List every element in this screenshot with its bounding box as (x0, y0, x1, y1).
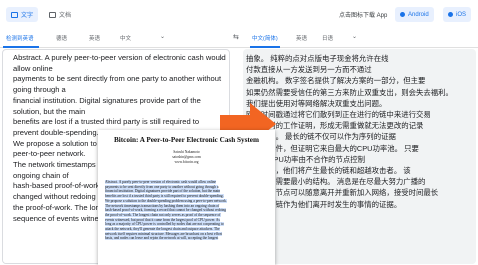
swap-languages-icon[interactable]: ⇆ (233, 33, 239, 41)
source-text-line: payments to be sent directly from one pa… (13, 74, 222, 84)
translation-text-line: 攻击网络，他们将产生最长的链和超越攻击者。 该 (246, 166, 411, 176)
translation-output-area: 抽象。 纯粹的点对点版电子现金将允许在线 付款直接从一方发送到另一方而不通过 金融机… (243, 49, 476, 264)
source-text-line: benefits are lost if a trusted third par… (13, 117, 200, 127)
src-tab-indicator (3, 46, 39, 48)
translation-text-line: 目击的事件，但证明它来自最大的CPU功率池。 只要 (246, 143, 419, 153)
pdf-abstract: Abstract. A purely peer-to-peer version … (105, 180, 268, 241)
top-bar: 文字 文档 点击图标下载 App Android iOS (0, 0, 478, 30)
src-lang-chinese-tab[interactable]: 中文 (120, 34, 131, 42)
tgt-lang-japanese-tab[interactable]: 日语 (322, 34, 333, 42)
translation-text-line: 工作证明链作为他们离开时发生的事情的证据。 (246, 199, 402, 209)
tgt-lang-dropdown-icon[interactable]: ⌄ (352, 33, 357, 40)
src-lang-dropdown-icon[interactable]: ⌄ (160, 33, 165, 40)
pdf-author: Satoshi Nakamoto (173, 150, 200, 154)
translation-text-line: 基础上，节点可以随意离开并重新加入网络，接受时间最长 (246, 188, 439, 198)
pdf-email: satoshin@gmx.com (172, 155, 201, 159)
document-icon (49, 11, 56, 18)
clear-text-icon[interactable]: × (219, 54, 224, 63)
source-text-line: going through a (13, 85, 66, 95)
tgt-lang-chinese-tab[interactable]: 中文(简体) (252, 34, 278, 42)
pdf-document-preview: Bitcoin: A Peer-to-Peer Electronic Cash … (98, 130, 275, 265)
src-lang-detect-tab[interactable]: 检测到英语 (6, 34, 34, 42)
tgt-tab-indicator (250, 46, 280, 48)
pdf-abstract-line: basis, and nodes can leave and rejoin th… (105, 236, 219, 241)
tgt-lang-english-tab[interactable]: 英语 (296, 34, 307, 42)
pdf-website: www.bitcoin.org (174, 160, 199, 164)
text-mode-label: 文字 (21, 13, 34, 19)
source-text-line: Abstract. A purely peer-to-peer version … (13, 53, 226, 62)
pdf-title: Bitcoin: A Peer-to-Peer Electronic Cash … (114, 136, 259, 144)
translation-text-line: 抽象。 纯粹的点对点版电子现金将允许在线 (246, 54, 389, 63)
download-app-label: 点击图标下载 App (339, 13, 388, 19)
translation-text-line: 我们提出使用对等网络解决双重支出问题。 (246, 98, 387, 108)
apple-icon (448, 12, 453, 17)
android-button[interactable]: Android (395, 7, 434, 22)
text-mode-button[interactable]: 文字 (6, 7, 39, 22)
android-icon (400, 12, 405, 17)
ios-button[interactable]: iOS (443, 7, 472, 22)
translation-text: 抽象。 纯粹的点对点版电子现金将允许在线 付款直接从一方发送到另一方而不通过 金融机… (246, 53, 474, 210)
document-mode-button[interactable]: 文档 (44, 7, 76, 22)
language-bar: 检测到英语 德语 英语 中文 ⌄ ⇆ 中文(简体) 英语 日语 ⌄ (0, 30, 478, 48)
ios-label: iOS (456, 11, 467, 18)
translation-text-line: 基于散列的工作证明，形成无需重做就无法更改的记录 (246, 121, 424, 131)
src-lang-english-tab[interactable]: 英语 (89, 34, 100, 42)
translation-text-line: 金融机构。 数字签名提供了解决方案的一部分，但主要 (246, 76, 426, 86)
translation-text-line: 付款直接从一方发送到另一方而不通过 (246, 65, 372, 75)
document-mode-label: 文档 (59, 13, 72, 19)
source-text-line: allow online (13, 63, 53, 73)
translation-text-line: 大多数CPU功率由不合作的节点控制 (246, 154, 366, 164)
src-lang-german-tab[interactable]: 德语 (56, 34, 67, 42)
source-text-line: solution, but the main (13, 106, 86, 116)
translation-text-line: 如果仍然需要受信任的第三方来防止双重支出，则会失去福利。 (246, 87, 453, 97)
translation-fade (243, 214, 476, 264)
android-label: Android (408, 11, 429, 18)
translation-text-line: 网络本身需要最小的结构。 消息是在尽最大努力广播的 (246, 177, 426, 187)
translation-text-line: 工作证明。 最长的链不仅可以作为序列的证据 (246, 132, 396, 142)
source-text-line: financial institution. Digital signature… (13, 95, 201, 105)
text-icon (11, 11, 18, 18)
translation-text-line: 网络时间戳通过将它们散列到正在进行的链中来进行交易 (246, 110, 431, 120)
